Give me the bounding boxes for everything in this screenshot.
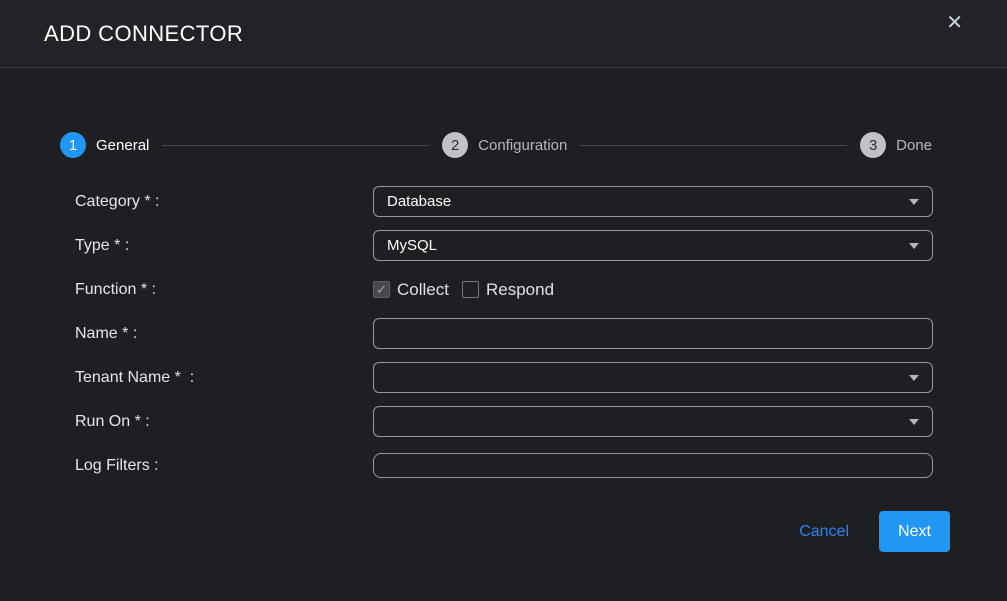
cancel-button[interactable]: Cancel [799, 523, 849, 541]
next-button[interactable]: Next [879, 511, 950, 552]
name-label: Name * : [60, 325, 373, 343]
step-general: 1 General [60, 132, 149, 158]
type-select[interactable]: MySQL [373, 230, 933, 261]
check-icon: ✓ [376, 282, 387, 298]
step-2-indicator: 2 [442, 132, 468, 158]
category-label: Category * : [60, 193, 373, 211]
field-row-run-on: Run On * : [60, 406, 933, 437]
category-select-value: Database [387, 193, 451, 210]
dialog-footer: Cancel Next [0, 511, 950, 552]
add-connector-dialog: ADD CONNECTOR ✕ 1 General 2 Configuratio… [0, 0, 1007, 601]
respond-checkbox[interactable]: Respond [462, 280, 554, 300]
type-select-value: MySQL [387, 237, 437, 254]
step-connector-line [580, 145, 847, 146]
chevron-down-icon [909, 199, 919, 205]
collect-checkbox[interactable]: ✓ Collect [373, 280, 449, 300]
step-2-label: Configuration [478, 137, 567, 154]
field-row-type: Type * : MySQL [60, 230, 933, 261]
collect-checkbox-label: Collect [397, 280, 449, 300]
run-on-label: Run On * : [60, 413, 373, 431]
category-select[interactable]: Database [373, 186, 933, 217]
respond-checkbox-label: Respond [486, 280, 554, 300]
function-label: Function * : [60, 281, 373, 299]
run-on-select[interactable] [373, 406, 933, 437]
chevron-down-icon [909, 419, 919, 425]
wizard-stepper: 1 General 2 Configuration 3 Done [60, 132, 932, 158]
tenant-name-select[interactable] [373, 362, 933, 393]
connector-form: Category * : Database Type * : MySQL Fun… [60, 186, 933, 494]
field-row-name: Name * : [60, 318, 933, 349]
step-1-label: General [96, 137, 149, 154]
field-row-log-filters: Log Filters : [60, 450, 933, 481]
step-3-indicator: 3 [860, 132, 886, 158]
dialog-header: ADD CONNECTOR ✕ [0, 0, 1007, 68]
tenant-name-label: Tenant Name * : [60, 369, 373, 387]
dialog-title: ADD CONNECTOR [44, 21, 243, 47]
chevron-down-icon [909, 243, 919, 249]
step-done: 3 Done [860, 132, 932, 158]
step-1-indicator: 1 [60, 132, 86, 158]
log-filters-input[interactable] [373, 453, 933, 478]
field-row-category: Category * : Database [60, 186, 933, 217]
name-input[interactable] [373, 318, 933, 349]
respond-checkbox-box[interactable] [462, 281, 479, 298]
field-row-tenant-name: Tenant Name * : [60, 362, 933, 393]
close-icon[interactable]: ✕ [946, 13, 963, 33]
step-connector-line [162, 145, 429, 146]
field-row-function: Function * : ✓ Collect Respond [60, 274, 933, 305]
step-3-label: Done [896, 137, 932, 154]
log-filters-label: Log Filters : [60, 457, 373, 475]
step-configuration: 2 Configuration [442, 132, 567, 158]
chevron-down-icon [909, 375, 919, 381]
collect-checkbox-box[interactable]: ✓ [373, 281, 390, 298]
type-label: Type * : [60, 237, 373, 255]
function-checkbox-group: ✓ Collect Respond [373, 280, 554, 300]
